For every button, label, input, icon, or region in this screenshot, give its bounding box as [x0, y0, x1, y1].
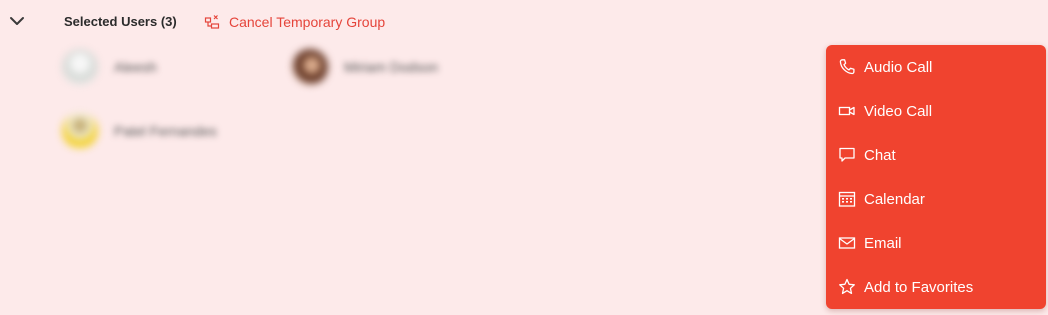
- cancel-temporary-group-button[interactable]: Cancel Temporary Group: [204, 12, 385, 32]
- menu-item-calendar[interactable]: Calendar: [826, 177, 1046, 221]
- context-menu: Audio Call Video Call Chat Calendar Emai…: [826, 45, 1046, 309]
- user-tile[interactable]: Patel Fernandes: [62, 113, 217, 149]
- user-tile[interactable]: Miriam Dodson: [292, 49, 438, 85]
- user-tile[interactable]: Aleesh: [62, 49, 157, 85]
- menu-item-label: Chat: [864, 146, 896, 164]
- chat-icon: [839, 147, 855, 162]
- menu-item-email[interactable]: Email: [826, 221, 1046, 265]
- user-name: Aleesh: [114, 59, 157, 75]
- phone-icon: [839, 59, 855, 75]
- menu-item-label: Calendar: [864, 190, 925, 208]
- ungroup-icon: [204, 15, 220, 29]
- avatar: [292, 49, 328, 85]
- menu-item-label: Add to Favorites: [864, 278, 974, 296]
- video-icon: [838, 106, 855, 116]
- menu-item-add-to-favorites[interactable]: Add to Favorites: [826, 265, 1046, 309]
- user-name: Miriam Dodson: [344, 59, 439, 75]
- group-title: Selected Users (3): [64, 14, 177, 29]
- cancel-temporary-group-label: Cancel Temporary Group: [229, 14, 386, 30]
- collapse-toggle[interactable]: [7, 11, 27, 31]
- chevron-down-icon: [10, 17, 24, 25]
- avatar: [62, 49, 98, 85]
- menu-item-video-call[interactable]: Video Call: [826, 89, 1046, 133]
- group-header: Selected Users (3) Cancel Temporary Grou…: [0, 0, 820, 44]
- mail-icon: [838, 237, 856, 249]
- avatar: [62, 113, 98, 149]
- menu-item-chat[interactable]: Chat: [826, 133, 1046, 177]
- star-icon: [839, 278, 855, 295]
- menu-item-audio-call[interactable]: Audio Call: [826, 45, 1046, 89]
- calendar-icon: [838, 191, 856, 207]
- menu-item-label: Audio Call: [864, 58, 933, 76]
- menu-item-label: Email: [864, 234, 902, 252]
- menu-item-label: Video Call: [864, 102, 933, 120]
- user-name: Patel Fernandes: [114, 123, 217, 139]
